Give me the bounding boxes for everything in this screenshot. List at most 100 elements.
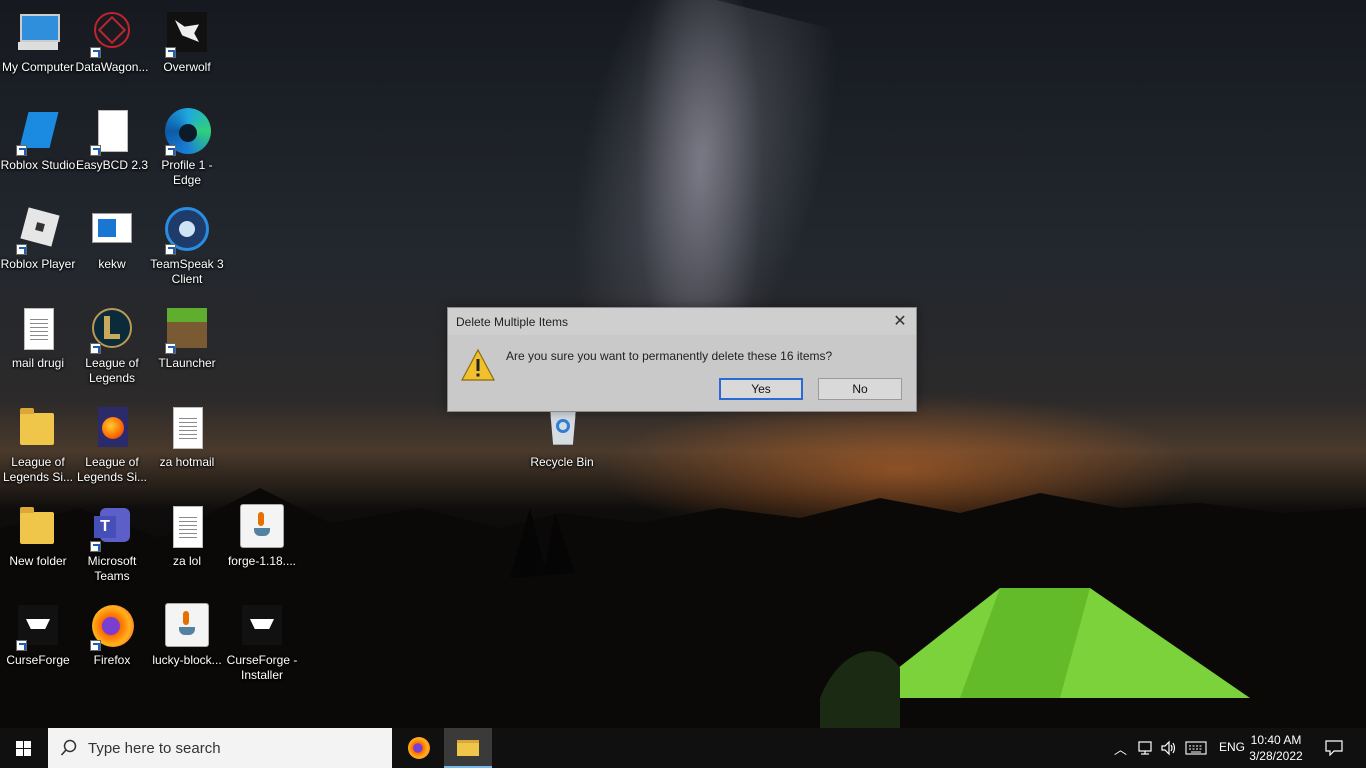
desktop-icon-new-folder[interactable]: New folder xyxy=(0,504,76,569)
firefox-file-icon xyxy=(88,405,136,453)
warning-icon xyxy=(461,348,495,381)
close-icon[interactable]: ✕ xyxy=(890,312,910,332)
no-button[interactable]: No xyxy=(818,378,902,400)
icon-label: Roblox Studio xyxy=(0,158,76,172)
volume-icon[interactable] xyxy=(1160,740,1178,756)
dialog-title: Delete Multiple Items xyxy=(456,315,569,329)
desktop-icon-curseforge[interactable]: CurseForge xyxy=(0,603,76,668)
taskbar-firefox[interactable] xyxy=(395,728,443,768)
icon-label: Roblox Player xyxy=(0,257,76,271)
clock-time: 10:40 AM xyxy=(1250,733,1302,747)
desktop-icon-za-lol[interactable]: za lol xyxy=(149,504,225,569)
icon-label: TeamSpeak 3 Client xyxy=(150,257,224,286)
icon-label: Recycle Bin xyxy=(530,455,594,469)
folder-icon xyxy=(14,405,62,453)
league-icon xyxy=(88,306,136,354)
desktop-icon-teamspeak[interactable]: TeamSpeak 3 Client xyxy=(149,207,225,287)
desktop-icon-roblox-studio[interactable]: Roblox Studio xyxy=(0,108,76,173)
shortcut-arrow-icon xyxy=(16,244,27,255)
firefox-icon xyxy=(88,603,136,651)
curseforge-icon xyxy=(14,603,62,651)
desktop-icon-datawagon[interactable]: DataWagon... xyxy=(74,10,150,75)
desktop-icon-recycle-bin[interactable]: Recycle Bin xyxy=(524,405,600,470)
teams-icon: T xyxy=(88,504,136,552)
folder-icon xyxy=(14,504,62,552)
icon-label: TLauncher xyxy=(158,356,216,370)
text-file-icon xyxy=(14,306,62,354)
icon-label: Overwolf xyxy=(163,60,211,74)
desktop-icon-mail-drugi[interactable]: mail drugi xyxy=(0,306,76,371)
show-hidden-icons-chevron-icon[interactable]: ︿ xyxy=(1114,739,1127,758)
tlauncher-icon xyxy=(163,306,211,354)
desktop-icon-overwolf[interactable]: Overwolf xyxy=(149,10,225,75)
icon-label: League of Legends Si... xyxy=(76,455,148,484)
desktop-icon-microsoft-teams[interactable]: T Microsoft Teams xyxy=(74,504,150,584)
dialog-titlebar[interactable]: Delete Multiple Items ✕ xyxy=(448,308,916,335)
shortcut-arrow-icon xyxy=(90,541,101,552)
search-placeholder: Type here to search xyxy=(88,740,221,757)
window-file-icon xyxy=(88,207,136,255)
desktop-icon-tlauncher[interactable]: TLauncher xyxy=(149,306,225,371)
file-explorer-icon xyxy=(457,740,479,756)
icon-label: za hotmail xyxy=(159,455,215,469)
desktop-icon-curseforge-installer[interactable]: CurseForge - Installer xyxy=(224,603,300,683)
icon-label: za lol xyxy=(172,554,201,568)
icon-label: EasyBCD 2.3 xyxy=(75,158,149,172)
icon-label: CurseForge - Installer xyxy=(226,653,298,682)
shortcut-arrow-icon xyxy=(90,145,101,156)
icon-label: New folder xyxy=(9,554,67,568)
icon-label: League of Legends xyxy=(85,356,139,385)
taskbar-file-explorer[interactable] xyxy=(444,728,492,768)
overwolf-icon xyxy=(163,10,211,58)
notification-center-icon[interactable] xyxy=(1325,740,1343,756)
icon-label: lucky-block... xyxy=(152,653,222,667)
yes-button[interactable]: Yes xyxy=(719,378,803,400)
shortcut-arrow-icon xyxy=(90,640,101,651)
firefox-icon xyxy=(408,737,430,759)
taskbar: Type here to search ︿ ENG 10:40 AM 3/28/… xyxy=(0,728,1366,768)
desktop-icon-easybcd[interactable]: EasyBCD 2.3 xyxy=(74,108,150,173)
desktop-icon-za-hotmail[interactable]: za hotmail xyxy=(149,405,225,470)
language-indicator[interactable]: ENG xyxy=(1219,740,1245,754)
desktop-icon-forge[interactable]: forge-1.18.... xyxy=(224,504,300,569)
desktop-icon-lucky-block[interactable]: lucky-block... xyxy=(149,603,225,668)
clock-date: 3/28/2022 xyxy=(1249,749,1303,763)
icon-label: CurseForge xyxy=(6,653,70,667)
datawagon-icon xyxy=(88,10,136,58)
shortcut-arrow-icon xyxy=(90,343,101,354)
clock[interactable]: 10:40 AM 3/28/2022 xyxy=(1244,732,1308,764)
icon-label: Firefox xyxy=(93,653,131,667)
network-icon[interactable] xyxy=(1137,740,1153,756)
computer-icon xyxy=(14,10,62,58)
teamspeak-icon xyxy=(163,207,211,255)
java-icon xyxy=(238,504,286,552)
desktop-icon-league-of-legends-folder[interactable]: League of Legends Si... xyxy=(0,405,76,485)
dialog-message: Are you sure you want to permanently del… xyxy=(506,349,833,363)
shortcut-arrow-icon xyxy=(16,145,27,156)
desktop-icon-my-computer[interactable]: My Computer xyxy=(0,10,76,75)
icon-label: forge-1.18.... xyxy=(227,554,297,568)
shortcut-arrow-icon xyxy=(165,47,176,58)
file-icon xyxy=(88,108,136,156)
roblox-studio-icon xyxy=(14,108,62,156)
icon-label: Microsoft Teams xyxy=(87,554,137,583)
text-file-icon xyxy=(163,405,211,453)
java-icon xyxy=(163,603,211,651)
desktop-icon-league-of-legends[interactable]: League of Legends xyxy=(74,306,150,386)
shortcut-arrow-icon xyxy=(165,145,176,156)
desktop-icon-kekw[interactable]: kekw xyxy=(74,207,150,272)
shortcut-arrow-icon xyxy=(16,640,27,651)
text-file-icon xyxy=(163,504,211,552)
desktop-icon-roblox-player[interactable]: Roblox Player xyxy=(0,207,76,272)
icon-label: DataWagon... xyxy=(75,60,149,74)
start-button[interactable] xyxy=(0,728,48,768)
taskbar-search-box[interactable]: Type here to search xyxy=(48,728,392,768)
desktop-icon-firefox[interactable]: Firefox xyxy=(74,603,150,668)
desktop-icon-edge-profile[interactable]: Profile 1 - Edge xyxy=(149,108,225,188)
icon-label: My Computer xyxy=(1,60,75,74)
icon-label: Profile 1 - Edge xyxy=(161,158,213,187)
delete-confirm-dialog: Delete Multiple Items ✕ Are you sure you… xyxy=(447,307,917,412)
shortcut-arrow-icon xyxy=(90,47,101,58)
desktop-icon-league-of-legends-site[interactable]: League of Legends Si... xyxy=(74,405,150,485)
keyboard-icon[interactable] xyxy=(1185,741,1207,755)
